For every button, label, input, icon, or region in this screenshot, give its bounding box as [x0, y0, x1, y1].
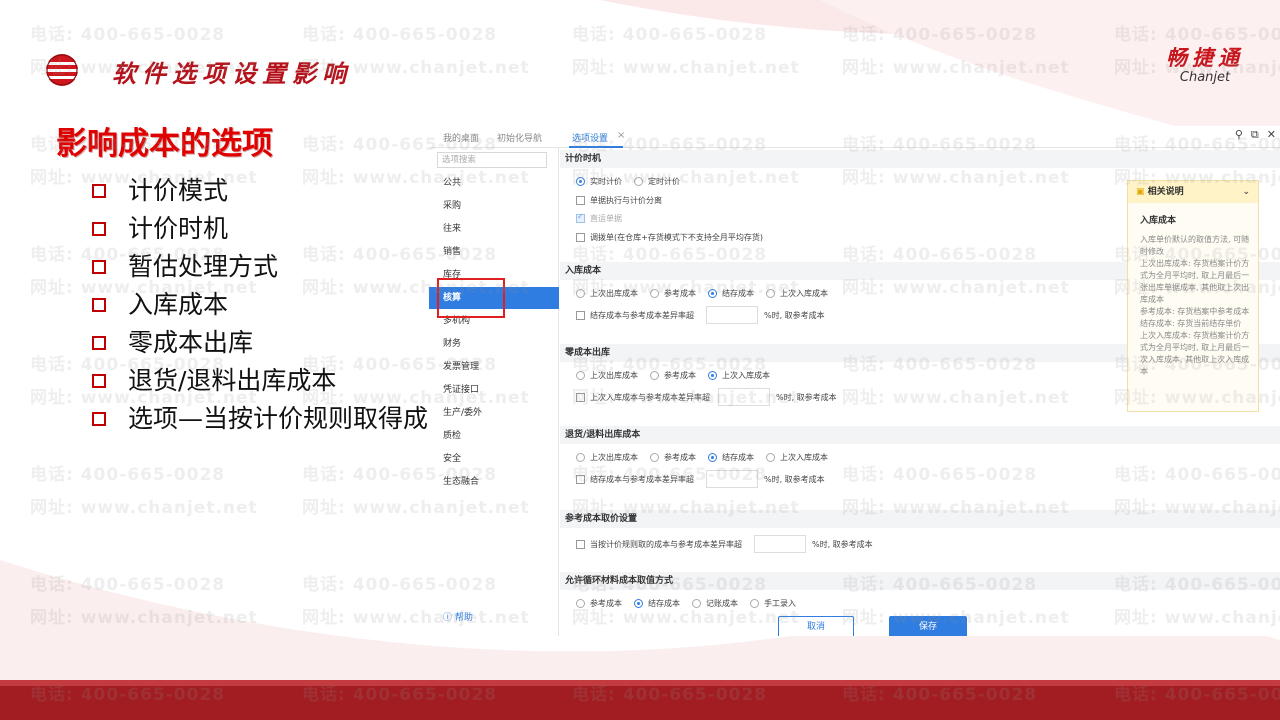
- tab-bar: 我的桌面 初始化导航 选项设置 × ⚲ ⧉ ✕: [429, 126, 1280, 148]
- returns-threshold-input[interactable]: [706, 470, 758, 488]
- section-header-timing: 计价时机: [560, 150, 1280, 168]
- bullet-list: 计价模式 计价时机 暂估处理方式 入库成本 零成本出库 退货/退料出库成本 选项…: [92, 172, 430, 438]
- search-icon[interactable]: ⚲: [1235, 128, 1243, 142]
- close-icon[interactable]: ×: [617, 130, 625, 141]
- checkbox-bullet-icon: [92, 336, 106, 350]
- radio-scheduled[interactable]: 定时计价: [634, 176, 680, 187]
- radio-last-out[interactable]: 上次出库成本: [576, 370, 638, 381]
- info-icon: ▣: [1136, 187, 1148, 197]
- inbound-radio-group: 上次出库成本 参考成本 结存成本 上次入库成本: [576, 286, 840, 300]
- bullet-item: 零成本出库: [92, 324, 430, 362]
- checkbox-bullet-icon: [92, 222, 106, 236]
- sidebar-item-accounts[interactable]: 往来: [429, 218, 559, 240]
- radio-last-in[interactable]: 上次入库成本: [766, 288, 828, 299]
- radio-last-out[interactable]: 上次出库成本: [576, 288, 638, 299]
- window-controls: ⚲ ⧉ ✕: [1235, 128, 1276, 142]
- inbound-threshold-check[interactable]: [576, 310, 585, 320]
- radio-reference[interactable]: 参考成本: [650, 288, 696, 299]
- section-header-reference: 参考成本取价设置: [560, 510, 1280, 528]
- tab-my-desktop[interactable]: 我的桌面: [443, 131, 479, 144]
- brand-logo: 畅捷通 Chanjet: [1166, 42, 1244, 85]
- zero-threshold-row: 上次入库成本与参考成本差异率超 %时, 取参考成本: [576, 388, 837, 406]
- sidebar-item-invoice[interactable]: 发票管理: [429, 356, 559, 378]
- sidebar-item-security[interactable]: 安全: [429, 448, 559, 470]
- bullet-item: 计价时机: [92, 210, 430, 248]
- help-panel-body: 入库单价默认的取值方法, 可随时修改 上次出库成本: 存货档案计价方式为全月平均…: [1140, 235, 1250, 376]
- radio-reference[interactable]: 参考成本: [576, 598, 622, 609]
- help-panel-title: 入库成本: [1140, 216, 1177, 226]
- sidebar-item-public[interactable]: 公共: [429, 172, 559, 194]
- brand-name-cn: 畅捷通: [1166, 46, 1244, 70]
- radio-reference[interactable]: 参考成本: [650, 452, 696, 463]
- reference-threshold-check[interactable]: [576, 539, 585, 549]
- bullet-item: 选项—当按计价规则取得成本: [92, 400, 430, 438]
- sidebar-item-quality[interactable]: 质检: [429, 425, 559, 447]
- reference-threshold-input[interactable]: [754, 535, 806, 553]
- radio-balance[interactable]: 结存成本: [708, 452, 754, 463]
- close-window-icon[interactable]: ✕: [1267, 128, 1276, 142]
- radio-last-out[interactable]: 上次出库成本: [576, 452, 638, 463]
- sidebar-item-purchase[interactable]: 采购: [429, 195, 559, 217]
- cancel-button[interactable]: 取消: [778, 616, 854, 636]
- options-settings-window: 我的桌面 初始化导航 选项设置 × ⚲ ⧉ ✕ 选项搜索 公共 采购 往来 销售…: [429, 126, 1280, 636]
- reference-threshold-row: 当按计价规则取的成本与参考成本差异率超 %时, 取参考成本: [576, 535, 873, 553]
- returns-threshold-check[interactable]: [576, 474, 585, 484]
- zero-threshold-check[interactable]: [576, 392, 585, 402]
- bullet-item: 入库成本: [92, 286, 430, 324]
- check-separate[interactable]: 单据执行与计价分离: [576, 193, 662, 207]
- left-content: 影响成本的选项 计价模式 计价时机 暂估处理方式 入库成本 零成本出库 退货/退…: [0, 0, 430, 720]
- checkbox-bullet-icon: [92, 260, 106, 274]
- sidebar-item-voucher[interactable]: 凭证接口: [429, 379, 559, 401]
- bullet-item: 暂估处理方式: [92, 248, 430, 286]
- help-panel: ▣ 相关说明 ⌄ 入库成本 入库单价默认的取值方法, 可随时修改 上次出库成本:…: [1127, 180, 1259, 412]
- radio-balance[interactable]: 结存成本: [708, 288, 754, 299]
- highlight-frame: [437, 278, 505, 318]
- sidebar-item-production[interactable]: 生产/委外: [429, 402, 559, 424]
- sidebar: 选项搜索 公共 采购 往来 销售 库存 核算 多机构 财务 发票管理 凭证接口 …: [429, 148, 559, 636]
- circular-radio-group: 参考成本 结存成本 记账成本 手工录入: [576, 596, 808, 610]
- radio-reference[interactable]: 参考成本: [650, 370, 696, 381]
- zero-radio-group: 上次出库成本 参考成本 上次入库成本: [576, 368, 782, 382]
- help-panel-header[interactable]: ▣ 相关说明 ⌄: [1128, 181, 1258, 203]
- sidebar-item-ecosystem[interactable]: 生态融合: [429, 471, 559, 493]
- inbound-threshold-row: 结存成本与参考成本差异率超 %时, 取参考成本: [576, 306, 825, 324]
- watermark-text: 电话: 400-665-0028网址: www.chanjet.net: [572, 25, 800, 78]
- maximize-icon[interactable]: ⧉: [1251, 128, 1259, 142]
- radio-booked[interactable]: 记账成本: [692, 598, 738, 609]
- watermark-text: 电话: 400-665-0028网址: www.chanjet.net: [842, 25, 1070, 78]
- help-link[interactable]: ⓘ 帮助: [443, 610, 473, 623]
- section-header-returns: 退货/退料出库成本: [560, 426, 1280, 444]
- sidebar-item-finance[interactable]: 财务: [429, 333, 559, 355]
- returns-radio-group: 上次出库成本 参考成本 结存成本 上次入库成本: [576, 450, 840, 464]
- timing-radio-group: 实时计价 定时计价: [576, 174, 692, 188]
- sidebar-item-sales[interactable]: 销售: [429, 241, 559, 263]
- checkbox-bullet-icon: [92, 412, 106, 426]
- brand-name-en: Chanjet: [1179, 70, 1231, 85]
- zero-threshold-input[interactable]: [718, 388, 770, 406]
- check-transfer[interactable]: 调拨单(在仓库+存货模式下不支持全月平均存货): [576, 230, 763, 244]
- bullet-item: 计价模式: [92, 172, 430, 210]
- chevron-down-icon[interactable]: ⌄: [1242, 181, 1250, 203]
- footer-bar: [0, 680, 1280, 720]
- radio-realtime[interactable]: 实时计价: [576, 176, 622, 187]
- radio-last-in[interactable]: 上次入库成本: [708, 370, 770, 381]
- section-header-circular: 允许循环材料成本取值方式: [560, 572, 1280, 590]
- save-button[interactable]: 保存: [889, 616, 967, 636]
- radio-last-in[interactable]: 上次入库成本: [766, 452, 828, 463]
- checkbox-bullet-icon: [92, 184, 106, 198]
- help-icon: ⓘ: [443, 613, 455, 623]
- bullet-item: 退货/退料出库成本: [92, 362, 430, 400]
- returns-threshold-row: 结存成本与参考成本差异率超 %时, 取参考成本: [576, 470, 825, 488]
- section-title: 影响成本的选项: [56, 126, 273, 162]
- checkbox-bullet-icon: [92, 298, 106, 312]
- checkbox-bullet-icon: [92, 374, 106, 388]
- inbound-threshold-input[interactable]: [706, 306, 758, 324]
- tab-init-guide[interactable]: 初始化导航: [497, 131, 542, 144]
- check-direct[interactable]: 直运单据: [576, 211, 622, 225]
- tab-options-settings[interactable]: 选项设置: [572, 131, 608, 144]
- radio-balance[interactable]: 结存成本: [634, 598, 680, 609]
- search-input[interactable]: 选项搜索: [437, 152, 547, 168]
- radio-manual[interactable]: 手工录入: [750, 598, 796, 609]
